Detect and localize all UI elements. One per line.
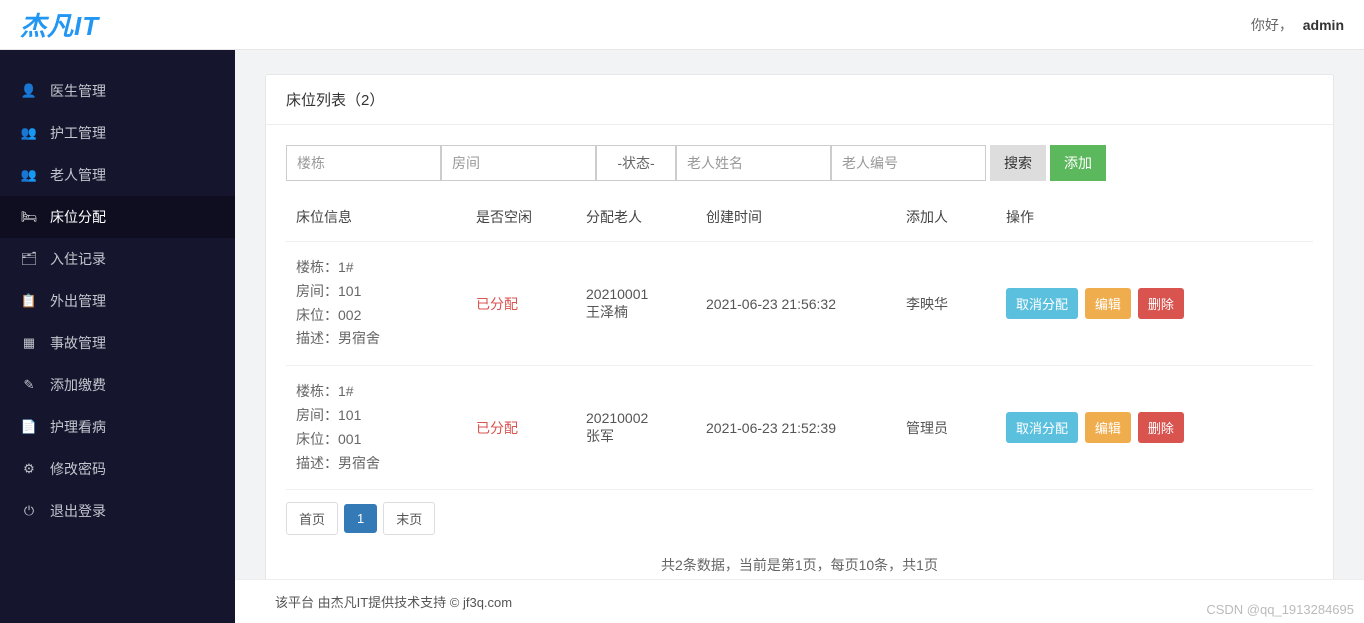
clipboard-icon: 📋	[20, 293, 38, 309]
adder-cell: 管理员	[896, 366, 996, 490]
pagination: 首页 1 末页	[286, 502, 1313, 535]
sidebar-item-out[interactable]: 📋 外出管理	[0, 280, 235, 322]
sidebar-item-care[interactable]: 📄 护理看病	[0, 406, 235, 448]
sidebar-item-logout[interactable]: ⏻ 退出登录	[0, 490, 235, 532]
sidebar-item-checkin[interactable]: 🗂 入住记录	[0, 238, 235, 280]
users-icon: 👥	[20, 167, 38, 183]
grid-icon: ▦	[20, 335, 38, 351]
greeting-prefix: 你好，	[1251, 17, 1293, 33]
sidebar-item-label: 老人管理	[50, 165, 106, 185]
table-row: 楼栋：1# 房间：101 床位：002 描述：男宿舍 已分配 20210001 …	[286, 242, 1313, 366]
cancel-assign-button[interactable]: 取消分配	[1006, 288, 1078, 319]
bed-desc: 描述：男宿舍	[296, 327, 456, 351]
sidebar-item-accident[interactable]: ▦ 事故管理	[0, 322, 235, 364]
bed-info-cell: 楼栋：1# 房间：101 床位：001 描述：男宿舍	[286, 366, 466, 490]
last-page-button[interactable]: 末页	[383, 502, 435, 535]
gear-icon: ⚙	[20, 461, 38, 477]
sidebar-item-label: 事故管理	[50, 333, 106, 353]
bed-room: 房间：101	[296, 404, 456, 428]
add-button[interactable]: 添加	[1050, 145, 1106, 181]
user-icon: 👤	[20, 83, 38, 99]
bed-no: 床位：001	[296, 428, 456, 452]
room-input[interactable]	[441, 145, 596, 181]
greeting: 你好， admin	[1251, 15, 1344, 35]
bed-icon: 🛏	[20, 209, 38, 225]
elder-cell: 20210002 张军	[576, 366, 696, 490]
th-created: 创建时间	[696, 193, 896, 242]
delete-button[interactable]: 删除	[1138, 412, 1184, 443]
status-select[interactable]: -状态-	[596, 145, 676, 181]
th-idle: 是否空闲	[466, 193, 576, 242]
page-1-button[interactable]: 1	[344, 504, 377, 533]
table-row: 楼栋：1# 房间：101 床位：001 描述：男宿舍 已分配 20210002 …	[286, 366, 1313, 490]
th-adder: 添加人	[896, 193, 996, 242]
sidebar-item-label: 医生管理	[50, 81, 106, 101]
edit-button[interactable]: 编辑	[1085, 288, 1131, 319]
elder-no-input[interactable]	[831, 145, 986, 181]
action-cell: 取消分配 编辑 删除	[996, 242, 1313, 366]
bed-info-cell: 楼栋：1# 房间：101 床位：002 描述：男宿舍	[286, 242, 466, 366]
logo: 杰凡IT	[20, 6, 99, 43]
status-cell: 已分配	[466, 366, 576, 490]
bed-building: 楼栋：1#	[296, 380, 456, 404]
username: admin	[1303, 17, 1344, 33]
first-page-button[interactable]: 首页	[286, 502, 338, 535]
status-cell: 已分配	[466, 242, 576, 366]
sidebar-item-doctor[interactable]: 👤 医生管理	[0, 70, 235, 112]
sidebar-item-elder[interactable]: 👥 老人管理	[0, 154, 235, 196]
bed-no: 床位：002	[296, 304, 456, 328]
sidebar-item-nurse[interactable]: 👥 护工管理	[0, 112, 235, 154]
search-button[interactable]: 搜索	[990, 145, 1046, 181]
users-icon: 👥	[20, 125, 38, 141]
sidebar-item-label: 护理看病	[50, 417, 106, 437]
content: 床位列表（2） -状态- 搜索 添加 床位信息 是否空闲 分配老人	[235, 50, 1364, 623]
created-cell: 2021-06-23 21:56:32	[696, 242, 896, 366]
top-bar: 杰凡IT 你好， admin	[0, 0, 1364, 50]
footer: 该平台 由杰凡IT提供技术支持 © jf3q.com	[235, 579, 1364, 623]
elder-name: 王泽楠	[586, 302, 686, 322]
bed-room: 房间：101	[296, 280, 456, 304]
sidebar-item-label: 护工管理	[50, 123, 106, 143]
created-cell: 2021-06-23 21:52:39	[696, 366, 896, 490]
th-bedinfo: 床位信息	[286, 193, 466, 242]
elder-no: 20210001	[586, 286, 686, 302]
cancel-assign-button[interactable]: 取消分配	[1006, 412, 1078, 443]
th-action: 操作	[996, 193, 1313, 242]
sidebar-item-fee[interactable]: ✎ 添加缴费	[0, 364, 235, 406]
edit-icon: ✎	[20, 377, 38, 393]
sidebar-item-label: 外出管理	[50, 291, 106, 311]
sidebar-item-label: 退出登录	[50, 501, 106, 521]
pagination-summary: 共2条数据，当前是第1页，每页10条，共1页	[286, 555, 1313, 575]
elder-name: 张军	[586, 426, 686, 446]
file-icon: 📄	[20, 419, 38, 435]
sidebar: 👤 医生管理 👥 护工管理 👥 老人管理 🛏 床位分配 🗂 入住记录 📋 外出管理 ▦ 事故管…	[0, 50, 235, 623]
edit-button[interactable]: 编辑	[1085, 412, 1131, 443]
building-input[interactable]	[286, 145, 441, 181]
sidebar-item-label: 修改密码	[50, 459, 106, 479]
filters: -状态- 搜索 添加	[286, 145, 1313, 181]
elder-cell: 20210001 王泽楠	[576, 242, 696, 366]
sidebar-item-password[interactable]: ⚙ 修改密码	[0, 448, 235, 490]
adder-cell: 李映华	[896, 242, 996, 366]
sidebar-item-bed[interactable]: 🛏 床位分配	[0, 196, 235, 238]
card: 床位列表（2） -状态- 搜索 添加 床位信息 是否空闲 分配老人	[265, 74, 1334, 596]
sidebar-item-label: 床位分配	[50, 207, 106, 227]
bed-table: 床位信息 是否空闲 分配老人 创建时间 添加人 操作 楼栋：1# 房间：101 …	[286, 193, 1313, 490]
card-title: 床位列表（2）	[266, 75, 1333, 125]
elder-no: 20210002	[586, 410, 686, 426]
power-icon: ⏻	[20, 503, 38, 519]
bed-building: 楼栋：1#	[296, 256, 456, 280]
delete-button[interactable]: 删除	[1138, 288, 1184, 319]
archive-icon: 🗂	[20, 251, 38, 267]
action-cell: 取消分配 编辑 删除	[996, 366, 1313, 490]
sidebar-item-label: 添加缴费	[50, 375, 106, 395]
th-elder: 分配老人	[576, 193, 696, 242]
sidebar-item-label: 入住记录	[50, 249, 106, 269]
elder-name-input[interactable]	[676, 145, 831, 181]
bed-desc: 描述：男宿舍	[296, 452, 456, 476]
